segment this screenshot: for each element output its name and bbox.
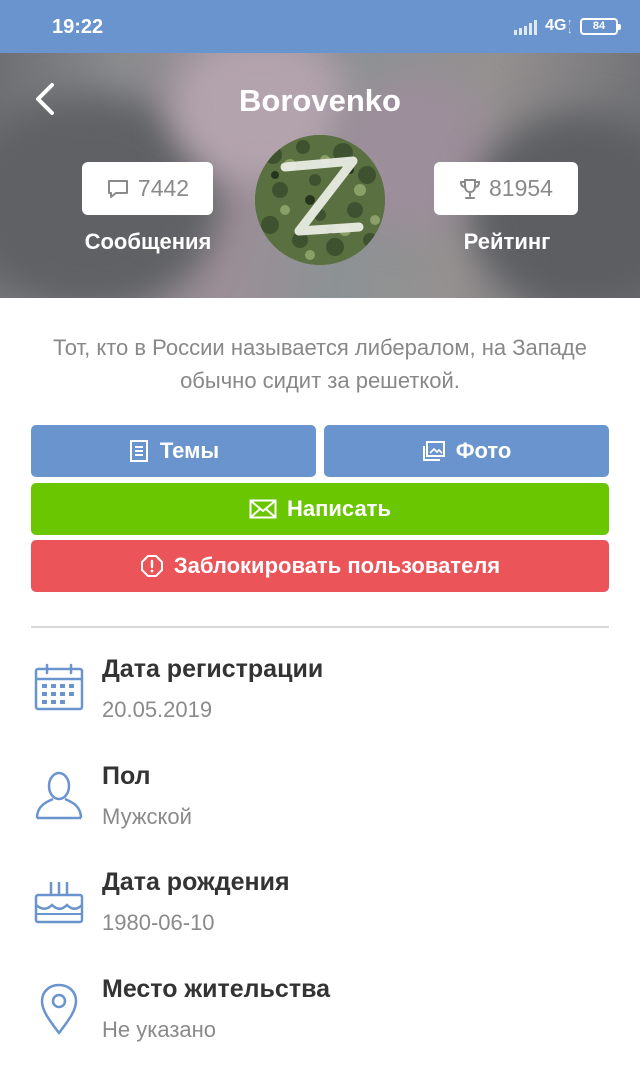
info-label: Пол (102, 762, 151, 790)
messages-count-button[interactable]: 7442 (82, 162, 213, 215)
battery-icon: 84 (580, 17, 621, 35)
image-icon (422, 441, 445, 461)
network-indicator: 4G ↑ ↓ (545, 17, 572, 35)
status-time: 19:22 (52, 16, 104, 38)
signal-icon (514, 17, 538, 35)
document-icon (129, 440, 148, 462)
birthday-cake-icon (34, 882, 84, 924)
block-user-button-label: Заблокировать пользователя (173, 553, 501, 578)
topics-button[interactable]: Темы (31, 425, 316, 477)
warning-octagon-icon (140, 555, 163, 577)
topics-button-label: Темы (159, 438, 220, 463)
status-icons: 4G ↑ ↓ 84 (514, 17, 621, 35)
profile-status-text: Тот, кто в России называется либералом, … (53, 335, 587, 393)
rating-label: Рейтинг (463, 229, 551, 254)
info-label: Место жительства (102, 975, 331, 1003)
avatar[interactable] (255, 135, 385, 265)
rating-count-button[interactable]: 81954 (434, 162, 578, 215)
section-divider (31, 626, 609, 628)
calendar-icon (34, 663, 84, 711)
info-value: Мужской (102, 804, 192, 829)
info-value: 1980-06-10 (102, 910, 215, 935)
profile-username: Borovenko (239, 83, 401, 118)
info-value: 20.05.2019 (102, 697, 213, 722)
user-icon (35, 771, 83, 820)
rating-count: 81954 (489, 175, 553, 201)
write-message-button[interactable]: Написать (31, 483, 609, 535)
status-bar: 19:22 4G ↑ ↓ 84 (0, 0, 640, 53)
info-item-birth-date: Дата рождения 1980-06-10 (32, 868, 602, 948)
photos-button[interactable]: Фото (324, 425, 609, 477)
messages-label: Сообщения (84, 229, 212, 254)
avatar-image (255, 135, 385, 265)
info-label: Дата рождения (102, 868, 290, 896)
chat-bubble-icon (107, 179, 128, 198)
info-item-registration-date: Дата регистрации 20.05.2019 (32, 655, 602, 735)
info-item-location: Место жительства Не указано (32, 975, 602, 1055)
battery-level: 84 (592, 20, 606, 32)
block-user-button[interactable]: Заблокировать пользователя (31, 540, 609, 592)
profile-header: Borovenko 7442 Сообщения 81954 Рейтинг (0, 53, 640, 298)
trophy-icon (460, 178, 481, 199)
envelope-icon (249, 499, 277, 519)
data-arrows-icon: ↑ ↓ (567, 17, 573, 35)
messages-count: 7442 (137, 175, 190, 201)
info-label: Дата регистрации (102, 655, 324, 683)
network-type: 4G (545, 17, 567, 34)
location-pin-icon (40, 983, 78, 1035)
info-value: Не указано (102, 1017, 217, 1042)
info-item-gender: Пол Мужской (32, 762, 602, 842)
write-message-button-label: Написать (287, 496, 391, 521)
photos-button-label: Фото (455, 438, 512, 463)
